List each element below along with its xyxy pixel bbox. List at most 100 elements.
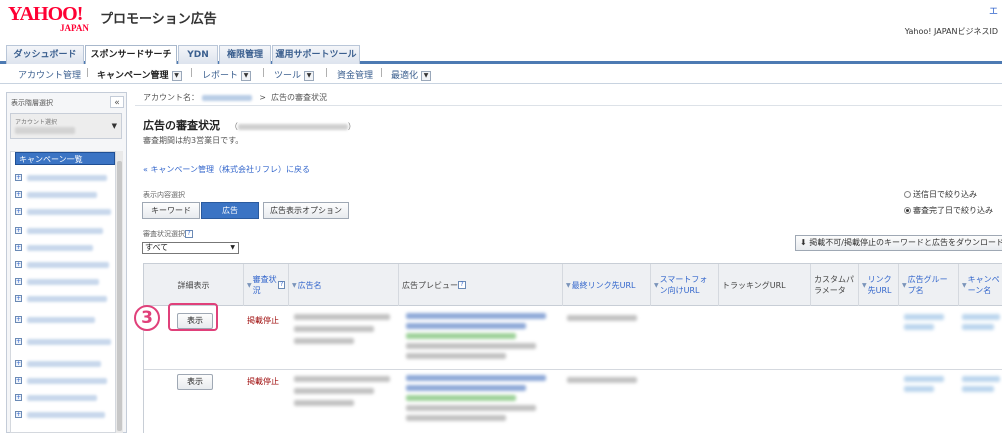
subnav-report[interactable]: レポート ▼ — [202, 68, 252, 81]
expand-icon[interactable]: + — [15, 394, 22, 401]
scrollbar-thumb[interactable] — [117, 161, 122, 431]
table-row: 表示 掲載停止 — [144, 306, 1002, 370]
ad-button[interactable]: 広告 — [201, 202, 259, 219]
download-rejected-button[interactable]: ⬇ 掲載不可/掲載停止のキーワードと広告をダウンロード — [795, 235, 1002, 251]
expand-icon[interactable]: + — [15, 191, 22, 198]
column-header-custom-param: カスタムパラメータ — [811, 264, 859, 306]
campaign-list-item[interactable]: + — [15, 277, 115, 287]
status-select[interactable]: すべて ▼ — [142, 242, 239, 254]
sort-icon[interactable]: ▼ — [962, 282, 967, 289]
column-header-campaign[interactable]: ▼ キャンペーン名 — [959, 264, 1002, 306]
subnav-account-management[interactable]: アカウント管理 — [18, 68, 81, 81]
redacted-text — [294, 388, 374, 394]
yahoo-japan-logo[interactable]: YAHOO! JAPAN — [8, 4, 89, 33]
expand-icon[interactable]: + — [15, 360, 22, 367]
expand-icon[interactable]: + — [15, 295, 22, 302]
radio-icon[interactable] — [904, 191, 911, 198]
redacted-text — [962, 376, 1000, 382]
expand-icon[interactable]: + — [15, 174, 22, 181]
filter-review-done-option[interactable]: 審査完了日で絞り込み — [904, 205, 993, 216]
sort-icon[interactable]: ▼ — [247, 282, 252, 289]
expand-icon[interactable]: + — [15, 338, 22, 345]
app-title: プロモーション広告 — [100, 12, 217, 27]
expand-icon[interactable]: + — [15, 377, 22, 384]
campaign-list-item[interactable]: + — [15, 410, 115, 420]
column-header-ad-name[interactable]: ▼ 広告名 — [289, 264, 399, 306]
filter-sent-date-option[interactable]: 送信日で絞り込み — [904, 189, 977, 200]
help-icon[interactable]: ? — [185, 230, 193, 238]
review-status-table: 詳細表示 ▼ 審査状況? ▼ 広告名 広告プレビュー? ▼ 最終リンク先URL ▼ スマ… — [143, 263, 1002, 433]
expand-icon[interactable]: + — [15, 411, 22, 418]
page-title-text: 広告の審査状況 — [143, 119, 220, 132]
campaign-list-item[interactable]: + — [15, 260, 115, 270]
subnav-separator: | — [86, 68, 90, 78]
campaign-list-item[interactable]: + — [15, 190, 115, 200]
redacted-text — [406, 405, 536, 411]
radio-checked-icon[interactable] — [904, 207, 911, 214]
sort-icon[interactable]: ▼ — [292, 282, 297, 289]
campaign-list-item[interactable]: + — [15, 226, 115, 236]
campaign-list-item[interactable]: + — [15, 173, 115, 183]
column-header-text: トラッキングURL — [722, 280, 786, 290]
account-name-redacted[interactable] — [201, 94, 252, 101]
campaign-list-item[interactable]: + — [15, 359, 115, 369]
expand-icon[interactable]: + — [15, 244, 22, 251]
account-select[interactable]: アカウント選択 ▼ — [10, 113, 122, 139]
chevron-down-icon[interactable]: ▼ — [171, 70, 182, 81]
sort-icon[interactable]: ▼ — [862, 282, 867, 289]
sort-icon[interactable]: ▼ — [566, 282, 571, 289]
sort-icon[interactable]: ▼ — [902, 282, 907, 289]
column-header-status[interactable]: ▼ 審査状況? — [244, 264, 289, 306]
subnav-optimization[interactable]: 最適化 ▼ — [391, 68, 432, 81]
column-header-link-url[interactable]: ▼ リンク先URL — [859, 264, 899, 306]
column-header-tracking-url: トラッキングURL — [719, 264, 811, 306]
redacted-text — [27, 378, 107, 384]
help-icon[interactable]: ? — [458, 281, 466, 289]
campaign-list-item[interactable]: + — [15, 243, 115, 253]
back-to-campaign-link[interactable]: « キャンペーン管理（株式会社リフレ）に戻る — [143, 164, 310, 175]
chevron-down-icon[interactable]: ▼ — [304, 70, 315, 81]
chevron-down-icon[interactable]: ▼ — [241, 70, 252, 81]
keyword-button[interactable]: キーワード — [142, 202, 200, 219]
column-header-adgroup[interactable]: ▼ 広告グループ名 — [899, 264, 959, 306]
ad-extension-button[interactable]: 広告表示オプション — [263, 202, 349, 219]
page-title-sub: （） — [230, 122, 356, 131]
campaign-list-item[interactable]: + — [15, 393, 115, 403]
campaign-list-item[interactable]: + — [15, 207, 115, 217]
show-detail-button[interactable]: 表示 — [177, 374, 213, 390]
column-header-text: カスタムパラメータ — [814, 275, 854, 295]
paren-close: ） — [347, 122, 356, 131]
redacted-text — [406, 375, 546, 381]
campaign-list-item[interactable]: + — [15, 376, 115, 386]
column-header-sp-url[interactable]: ▼ スマートフォン向けURL — [651, 264, 719, 306]
tab-dashboard[interactable]: ダッシュボード — [6, 45, 84, 64]
tab-ydn[interactable]: YDN — [178, 45, 218, 64]
column-header-final-url[interactable]: ▼ 最終リンク先URL — [563, 264, 651, 306]
column-header-text: 広告グループ名 — [907, 275, 948, 295]
campaign-list-item[interactable]: + — [15, 294, 115, 304]
expand-icon[interactable]: + — [15, 208, 22, 215]
tab-permissions[interactable]: 権限管理 — [219, 45, 271, 64]
collapse-icon[interactable]: « — [110, 96, 124, 108]
tab-sponsored-search[interactable]: スポンサードサーチ — [85, 45, 177, 65]
sort-icon[interactable]: ▼ — [654, 282, 659, 289]
redacted-text — [294, 338, 354, 344]
help-icon[interactable]: ? — [278, 281, 285, 289]
chevron-down-icon[interactable]: ▼ — [421, 70, 432, 81]
subnav-tools[interactable]: ツール ▼ — [274, 68, 315, 81]
expand-icon[interactable]: + — [15, 261, 22, 268]
header-top-link[interactable]: エ — [989, 4, 998, 17]
expand-icon[interactable]: + — [15, 316, 22, 323]
subnav-campaign-management[interactable]: キャンペーン管理 ▼ — [97, 68, 182, 81]
campaign-list-item[interactable]: + — [15, 337, 115, 347]
redacted-text — [27, 228, 103, 234]
campaign-list-item[interactable]: + — [15, 315, 115, 325]
expand-icon[interactable]: + — [15, 278, 22, 285]
table-header: 詳細表示 ▼ 審査状況? ▼ 広告名 広告プレビュー? ▼ 最終リンク先URL ▼ スマ… — [144, 264, 1002, 306]
sidebar-scrollbar[interactable] — [115, 151, 123, 433]
step-number-badge: 3 — [134, 305, 160, 331]
subnav-funds-management[interactable]: 資金管理 — [337, 68, 373, 81]
expand-icon[interactable]: + — [15, 227, 22, 234]
tab-support-tools[interactable]: 運用サポートツール — [272, 45, 360, 64]
campaign-list-header[interactable]: キャンペーン一覧 — [15, 152, 115, 165]
